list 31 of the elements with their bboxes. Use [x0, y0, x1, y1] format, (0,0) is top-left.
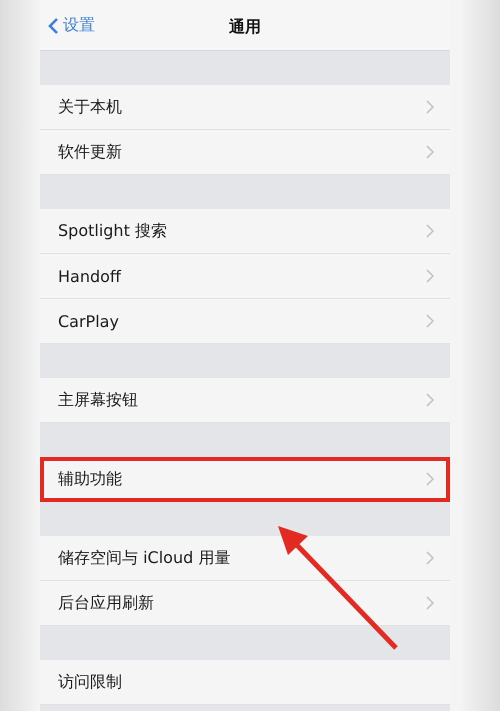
back-chevron-icon: [48, 16, 59, 34]
settings-row[interactable]: 后台应用刷新: [40, 581, 450, 626]
row-label: 储存空间与 iCloud 用量: [58, 548, 230, 568]
chevron-icon: [426, 472, 434, 486]
row-label: 访问限制: [58, 672, 122, 692]
chevron-icon: [426, 269, 434, 283]
chevron-icon: [426, 596, 434, 610]
page-title: 通用: [229, 17, 261, 38]
settings-row[interactable]: Spotlight 搜索: [40, 209, 450, 254]
row-label: 后台应用刷新: [58, 592, 154, 614]
chevron-icon: [426, 100, 434, 114]
row-label: CarPlay: [58, 312, 119, 330]
row-label: Spotlight 搜索: [58, 220, 167, 242]
chevron-icon: [426, 551, 434, 565]
chevron-icon: [426, 314, 434, 328]
chevron-icon: [426, 393, 434, 407]
row-label: 主屏幕按钮: [58, 390, 138, 410]
row-label: 辅助功能: [58, 468, 122, 490]
settings-row[interactable]: 关于本机: [40, 85, 450, 130]
chevron-icon: [426, 224, 434, 238]
settings-row[interactable]: 辅助功能: [40, 457, 450, 502]
row-label: Handoff: [58, 266, 121, 286]
back-button[interactable]: 设置: [48, 15, 95, 36]
settings-row[interactable]: 主屏幕按钮: [40, 378, 450, 423]
settings-row[interactable]: Handoff: [40, 254, 450, 299]
settings-row[interactable]: 访问限制: [40, 660, 450, 705]
row-label: 软件更新: [58, 142, 122, 162]
chevron-icon: [426, 145, 434, 159]
settings-row[interactable]: CarPlay: [40, 299, 450, 344]
settings-row[interactable]: 软件更新: [40, 130, 450, 175]
row-label: 关于本机: [58, 96, 122, 118]
